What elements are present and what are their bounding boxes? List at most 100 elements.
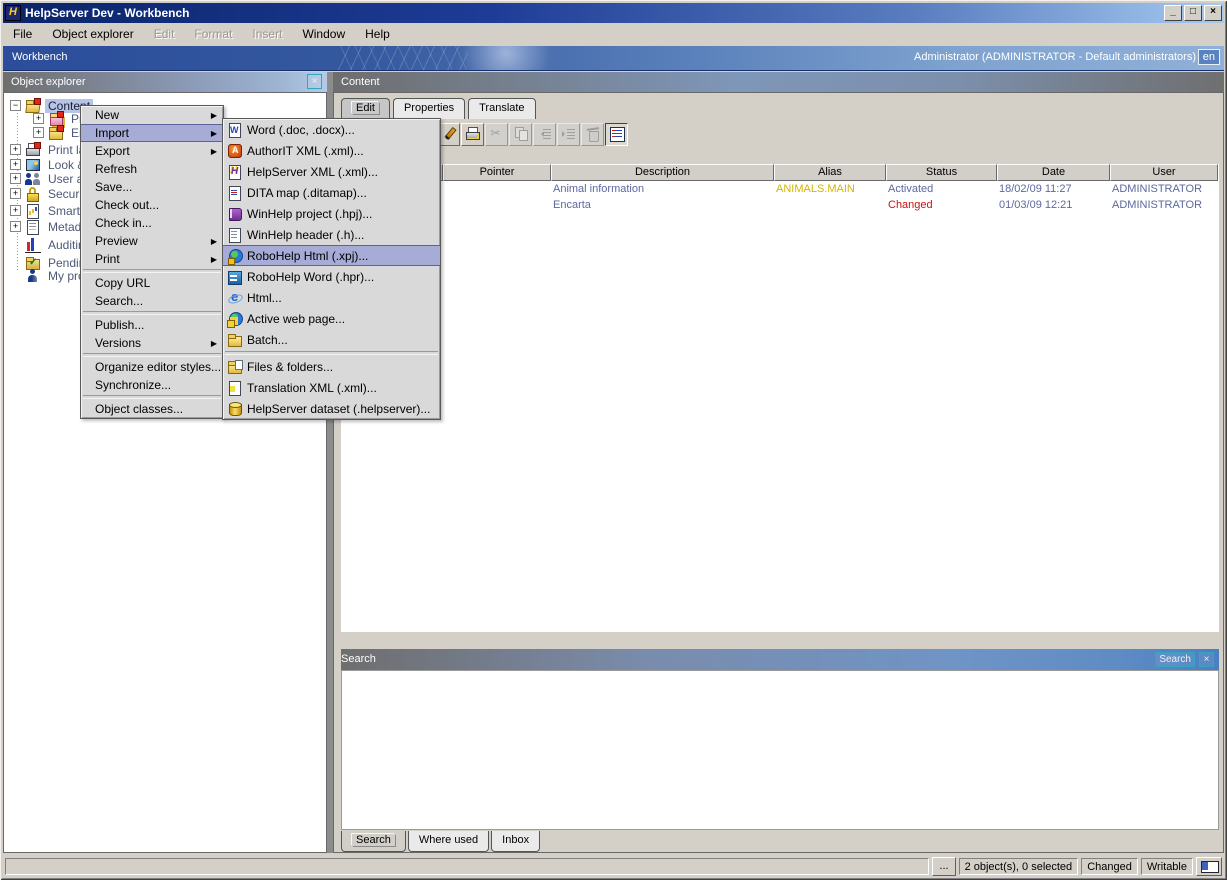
- menu-item-copy-url[interactable]: Copy URL: [81, 274, 223, 292]
- expand-icon[interactable]: +: [33, 113, 44, 124]
- content-header: Content: [333, 72, 1224, 92]
- expand-icon[interactable]: +: [10, 159, 21, 170]
- cell-description: Animal information: [551, 181, 774, 197]
- collapse-icon[interactable]: −: [10, 100, 21, 111]
- submenu-item-batch-[interactable]: Batch...: [223, 329, 440, 350]
- submenu-item-authorit-xml-xml-[interactable]: AuthorIT XML (.xml)...: [223, 140, 440, 161]
- submenu-item-translation-xml-xml-[interactable]: Translation XML (.xml)...: [223, 377, 440, 398]
- expand-icon[interactable]: +: [10, 205, 21, 216]
- search-panel-close-icon[interactable]: ×: [1199, 652, 1214, 667]
- print-button[interactable]: [461, 123, 484, 146]
- menu-item-search-[interactable]: Search...: [81, 292, 223, 310]
- tree-item-smartc[interactable]: +Smartc: [10, 203, 89, 218]
- tab-edit[interactable]: Edit: [341, 98, 390, 119]
- submenu-item-helpserver-xml-xml-[interactable]: HelpServer XML (.xml)...: [223, 161, 440, 182]
- tab-properties[interactable]: Properties: [393, 98, 465, 119]
- bottom-tab-inbox[interactable]: Inbox: [491, 831, 540, 852]
- batch-icon: [227, 332, 243, 348]
- submenu-item-files-folders-[interactable]: Files & folders...: [223, 356, 440, 377]
- submenu-item-winhelp-project-hpj-[interactable]: WinHelp project (.hpj)...: [223, 203, 440, 224]
- cell-date: 18/02/09 11:27: [997, 181, 1110, 197]
- close-button[interactable]: ×: [1204, 5, 1222, 21]
- menu-item-check-in-[interactable]: Check in...: [81, 214, 223, 232]
- layout-toggle-button[interactable]: [1196, 857, 1222, 876]
- dataset-icon: [227, 401, 243, 417]
- menubar-item-help[interactable]: Help: [355, 25, 400, 43]
- bars-icon: [25, 236, 41, 253]
- title-bar[interactable]: H HelpServer Dev - Workbench _ □ ×: [3, 3, 1224, 23]
- table-row[interactable]: Animal informationANIMALS.MAINActivated1…: [341, 181, 1219, 197]
- search-button[interactable]: Search: [1155, 652, 1195, 667]
- bottom-tab-search[interactable]: Search: [341, 831, 406, 852]
- menu-separator: [83, 353, 221, 357]
- expand-icon[interactable]: +: [10, 144, 21, 155]
- submenu-item-robohelp-html-xpj-[interactable]: RoboHelp Html (.xpj)...: [223, 245, 440, 266]
- tab-translate[interactable]: Translate: [468, 98, 535, 119]
- details-view-button[interactable]: [605, 123, 628, 146]
- submenu-item-active-web-page-[interactable]: Active web page...: [223, 308, 440, 329]
- language-button[interactable]: en: [1198, 49, 1220, 65]
- menubar-item-object-explorer[interactable]: Object explorer: [42, 25, 143, 43]
- banner-title: Workbench: [12, 51, 67, 63]
- menubar-item-window[interactable]: Window: [292, 25, 355, 43]
- tree-item-my-pro[interactable]: My pro: [10, 268, 88, 283]
- import-submenu: Word (.doc, .docx)...AuthorIT XML (.xml)…: [222, 118, 441, 420]
- menu-item-new[interactable]: New▶: [81, 106, 223, 124]
- menu-item-print[interactable]: Print▶: [81, 250, 223, 268]
- menu-separator: [83, 269, 221, 273]
- menu-item-export[interactable]: Export▶: [81, 142, 223, 160]
- bottom-tabstrip: SearchWhere usedInbox: [341, 830, 542, 852]
- menu-item-refresh[interactable]: Refresh: [81, 160, 223, 178]
- tree-item-user-a[interactable]: +User a: [10, 171, 86, 186]
- expand-icon[interactable]: +: [10, 173, 21, 184]
- maximize-button[interactable]: □: [1184, 5, 1202, 21]
- column-header-user[interactable]: User: [1110, 164, 1218, 181]
- submenu-item-html-[interactable]: Html...: [223, 287, 440, 308]
- doc-icon: [25, 219, 41, 235]
- minimize-button[interactable]: _: [1164, 5, 1182, 21]
- submenu-item-robohelp-word-hpr-[interactable]: RoboHelp Word (.hpr)...: [223, 266, 440, 287]
- menu-item-versions[interactable]: Versions▶: [81, 334, 223, 352]
- red-dot-badge: [34, 142, 41, 149]
- menu-item-preview[interactable]: Preview▶: [81, 232, 223, 250]
- object-count-label: 2 object(s), 0 selected: [959, 858, 1079, 875]
- menubar-item-file[interactable]: File: [3, 25, 42, 43]
- person-icon: [25, 268, 41, 284]
- column-header-alias[interactable]: Alias: [774, 164, 886, 181]
- search-panel-header: Search Search ×: [341, 649, 1219, 670]
- menu-item-import[interactable]: Import▶: [81, 124, 223, 142]
- submenu-arrow-icon: ▶: [211, 255, 217, 264]
- banner-photo-decoration: [458, 46, 578, 70]
- column-header-pointer[interactable]: Pointer: [443, 164, 551, 181]
- submenu-item-word-doc-docx-[interactable]: Word (.doc, .docx)...: [223, 119, 440, 140]
- column-header-date[interactable]: Date: [997, 164, 1110, 181]
- menubar-item-format: Format: [184, 25, 242, 43]
- menu-item-save-[interactable]: Save...: [81, 178, 223, 196]
- expand-icon[interactable]: +: [33, 127, 44, 138]
- table-row[interactable]: EncartaChanged01/03/09 12:21ADMINISTRATO…: [341, 197, 1219, 213]
- menu-item-publish-[interactable]: Publish...: [81, 316, 223, 334]
- expand-icon[interactable]: +: [10, 221, 21, 232]
- object-table: PointerDescriptionAliasStatusDateUser An…: [341, 164, 1219, 632]
- menu-item-object-classes-[interactable]: Object classes...: [81, 400, 223, 418]
- chart-doc-icon: [25, 203, 41, 219]
- word-icon: [227, 122, 243, 138]
- tree-item-securit[interactable]: +Securit: [10, 186, 88, 201]
- expand-icon[interactable]: +: [10, 188, 21, 199]
- tree-item-look-[interactable]: +Look &: [10, 157, 88, 172]
- submenu-item-helpserver-dataset-helpserver-[interactable]: HelpServer dataset (.helpserver)...: [223, 398, 440, 419]
- details-icon: [609, 126, 625, 142]
- menu-item-organize-editor-styles-[interactable]: Organize editor styles...: [81, 358, 223, 376]
- bottom-tab-where-used[interactable]: Where used: [408, 831, 489, 852]
- menu-item-synchronize-[interactable]: Synchronize...: [81, 376, 223, 394]
- submenu-item-winhelp-header-h-[interactable]: WinHelp header (.h)...: [223, 224, 440, 245]
- submenu-item-dita-map-ditamap-[interactable]: DITA map (.ditamap)...: [223, 182, 440, 203]
- object-explorer-close-icon[interactable]: ×: [307, 74, 322, 89]
- tree-item-metada[interactable]: +Metada: [10, 219, 91, 234]
- column-header-description[interactable]: Description: [551, 164, 774, 181]
- tree-item-auditin[interactable]: Auditin: [10, 237, 88, 252]
- column-header-status[interactable]: Status: [886, 164, 997, 181]
- cell-alias: [774, 197, 886, 213]
- more-button[interactable]: ...: [932, 857, 955, 876]
- menu-item-check-out-[interactable]: Check out...: [81, 196, 223, 214]
